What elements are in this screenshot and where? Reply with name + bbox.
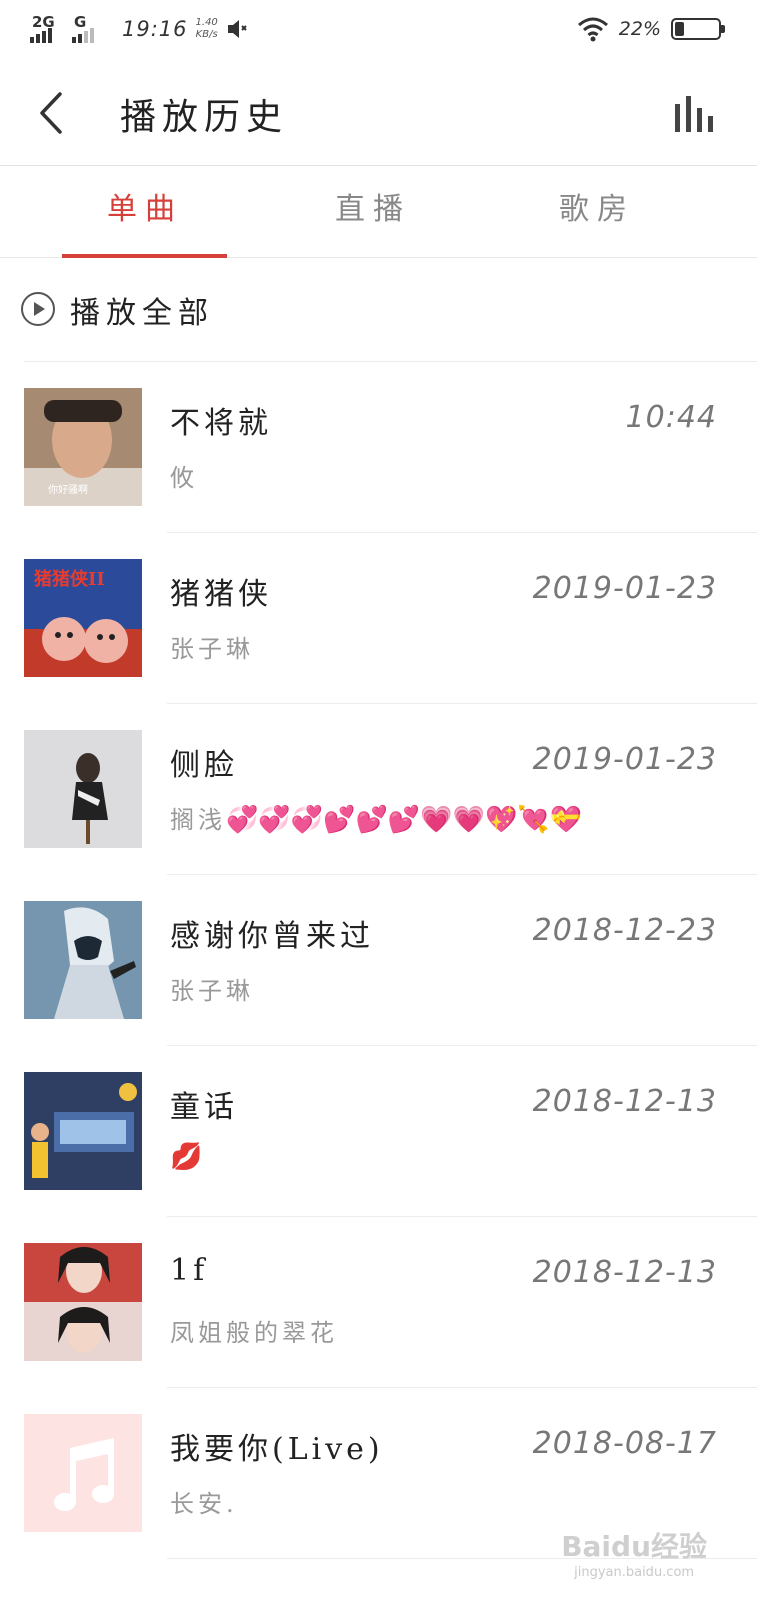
album-cover xyxy=(24,1243,142,1361)
cover-caption: 猪猪侠II xyxy=(34,569,105,590)
play-date: 2019-01-23 xyxy=(532,742,717,777)
status-time: 19:16 xyxy=(122,17,188,41)
song-artist: 💋 xyxy=(170,1142,204,1172)
song-row[interactable]: 1f 凤姐般的翠花 2018-12-13 xyxy=(0,1217,757,1388)
song-title: 1f xyxy=(170,1253,209,1288)
album-cover: 猪猪侠II xyxy=(24,559,142,677)
tab-bar: 单曲 直播 歌房 xyxy=(0,166,757,258)
song-title: 童话 xyxy=(170,1090,238,1125)
artist-emojis: 💞💞💞💕💕💕💗💗💖💘💝 xyxy=(226,805,583,835)
song-title: 不将就 xyxy=(170,406,272,441)
play-all-button[interactable]: 播放全部 xyxy=(0,258,757,362)
back-button[interactable] xyxy=(30,88,74,138)
tab-live[interactable]: 直播 xyxy=(258,166,488,258)
playing-bars-button[interactable] xyxy=(673,94,717,134)
album-cover xyxy=(24,901,142,1019)
network-speed: 1.40 KB/s xyxy=(196,17,218,41)
song-row[interactable]: 你好骚啊 不将就 攸 10:44 xyxy=(0,362,757,533)
status-bar: 2G G 19:16 1.40 KB/s 22% xyxy=(0,0,757,62)
watermark-url: jingyan.baidu.com xyxy=(574,1565,695,1580)
play-circle-icon xyxy=(21,292,55,326)
wifi-icon xyxy=(577,17,608,42)
play-all-label: 播放全部 xyxy=(70,296,214,331)
play-date: 2018-12-13 xyxy=(532,1084,717,1119)
baidu-watermark: Baidu经验 jingyan.baidu.com xyxy=(561,1525,707,1580)
signal-icon: 2G xyxy=(30,13,64,43)
page-title: 播放历史 xyxy=(120,97,289,138)
album-cover xyxy=(24,1072,142,1190)
song-artist: 张子琳 xyxy=(170,977,254,1005)
song-title: 我要你(Live) xyxy=(170,1432,384,1467)
signal-icon-2: G xyxy=(72,13,106,43)
play-date: 2018-12-13 xyxy=(532,1255,717,1290)
status-bar-left: 2G G 19:16 1.40 KB/s xyxy=(30,13,252,44)
song-artist: 张子琳 xyxy=(170,635,254,663)
song-title: 猪猪侠 xyxy=(170,577,272,612)
play-time: 10:44 xyxy=(625,400,717,435)
play-date: 2018-08-17 xyxy=(532,1426,717,1461)
song-artist: 长安. xyxy=(170,1490,238,1518)
watermark-logo: Baidu经验 xyxy=(561,1530,707,1563)
song-row[interactable]: 感谢你曾来过 张子琳 2018-12-23 xyxy=(0,875,757,1046)
song-artist: 攸 xyxy=(170,464,198,492)
network-speed-value: 1.40 xyxy=(195,17,218,28)
app-header: 播放历史 xyxy=(0,62,757,166)
song-row[interactable]: 猪猪侠II 猪猪侠 张子琳 2019-01-23 xyxy=(0,533,757,704)
status-bar-right: 22% xyxy=(577,14,725,44)
artist-emojis: 💋 xyxy=(170,1142,203,1172)
song-artist: 搁浅💞💞💞💕💕💕💗💗💖💘💝 xyxy=(170,800,584,835)
tab-single[interactable]: 单曲 xyxy=(30,166,260,258)
song-list: 你好骚啊 不将就 攸 10:44 猪猪侠II 猪猪侠 张子琳 2019-01-2… xyxy=(0,362,757,1559)
battery-percent: 22% xyxy=(618,18,661,40)
album-cover-placeholder xyxy=(24,1414,142,1532)
album-cover: 你好骚啊 xyxy=(24,388,142,506)
song-row[interactable]: 侧脸 搁浅💞💞💞💕💕💕💗💗💖💘💝 2019-01-23 xyxy=(0,704,757,875)
cover-caption: 你好骚啊 xyxy=(48,485,88,496)
play-date: 2018-12-23 xyxy=(532,913,717,948)
song-artist: 凤姐般的翠花 xyxy=(170,1319,338,1347)
play-date: 2019-01-23 xyxy=(532,571,717,606)
song-row[interactable]: 童话 💋 2018-12-13 xyxy=(0,1046,757,1217)
song-title: 侧脸 xyxy=(170,748,238,783)
album-cover xyxy=(24,730,142,848)
bar-chart-icon xyxy=(675,96,713,132)
artist-name: 搁浅 xyxy=(170,806,226,834)
chevron-left-icon xyxy=(40,92,62,134)
mute-icon xyxy=(227,20,247,38)
tab-karaoke[interactable]: 歌房 xyxy=(482,166,712,258)
battery-icon xyxy=(671,18,725,40)
network-speed-unit: KB/s xyxy=(195,29,218,40)
song-title: 感谢你曾来过 xyxy=(170,919,374,954)
